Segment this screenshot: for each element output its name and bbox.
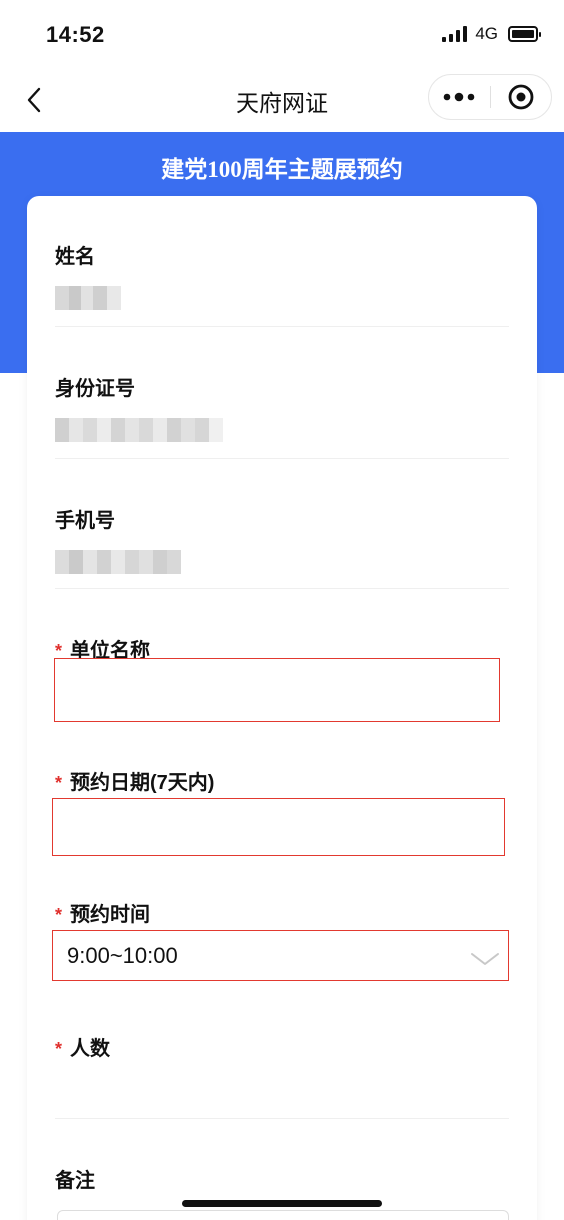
phone-label: 手机号 — [55, 510, 115, 532]
separator — [55, 1118, 509, 1119]
name-label: 姓名 — [55, 246, 95, 268]
more-button[interactable] — [429, 75, 490, 119]
name-value-redacted — [55, 286, 121, 310]
time-select[interactable]: 9:00~10:00 — [52, 930, 509, 981]
time-field: * 预约时间 — [55, 898, 509, 927]
signal-icon — [442, 26, 468, 42]
separator — [55, 458, 509, 459]
remark-label: 备注 — [55, 1170, 95, 1192]
status-time: 14:52 — [46, 22, 105, 47]
phone-value-redacted — [55, 550, 181, 574]
date-picker-input[interactable] — [52, 798, 505, 856]
separator — [55, 588, 509, 589]
id-label: 身份证号 — [55, 378, 135, 400]
date-field: * 预约日期(7天内) — [55, 766, 509, 795]
required-mark: * — [55, 773, 63, 793]
time-select-value: 9:00~10:00 — [67, 943, 178, 968]
required-mark: * — [55, 905, 63, 925]
company-input[interactable] — [54, 658, 500, 722]
close-miniprogram-button[interactable] — [491, 75, 552, 119]
date-label-row: * 预约日期(7天内) — [55, 766, 509, 795]
people-label: 人数 — [70, 1038, 111, 1060]
id-field: 身份证号 — [55, 372, 509, 401]
separator — [55, 326, 509, 327]
target-icon — [508, 84, 534, 110]
people-label-row: * 人数 — [55, 1032, 509, 1061]
network-type: 4G — [475, 24, 498, 43]
remark-input[interactable] — [57, 1210, 509, 1220]
banner-title: 建党100周年主题展预约 — [161, 157, 403, 182]
battery-icon — [508, 26, 541, 42]
more-dots-icon — [443, 92, 475, 102]
required-mark: * — [55, 1039, 63, 1059]
date-label: 预约日期(7天内) — [70, 772, 215, 794]
chevron-down-icon — [471, 953, 499, 965]
remark-field: 备注 — [55, 1164, 509, 1193]
time-label: 预约时间 — [70, 904, 151, 926]
nav-bar: 天府网证 — [0, 70, 564, 132]
home-indicator — [182, 1200, 382, 1207]
status-indicators: 4G — [442, 24, 541, 44]
appointment-form-card: 姓名 身份证号 手机号 * 单位名称 * 预约日期(7天内) * 预约时间 9:… — [27, 196, 537, 1220]
name-field: 姓名 — [55, 240, 509, 269]
phone-field: 手机号 — [55, 504, 509, 533]
miniprogram-capsule — [428, 74, 552, 120]
status-bar: 14:52 4G — [0, 0, 564, 70]
people-field: * 人数 — [55, 1032, 509, 1061]
id-value-redacted — [55, 418, 223, 442]
time-label-row: * 预约时间 — [55, 898, 509, 927]
